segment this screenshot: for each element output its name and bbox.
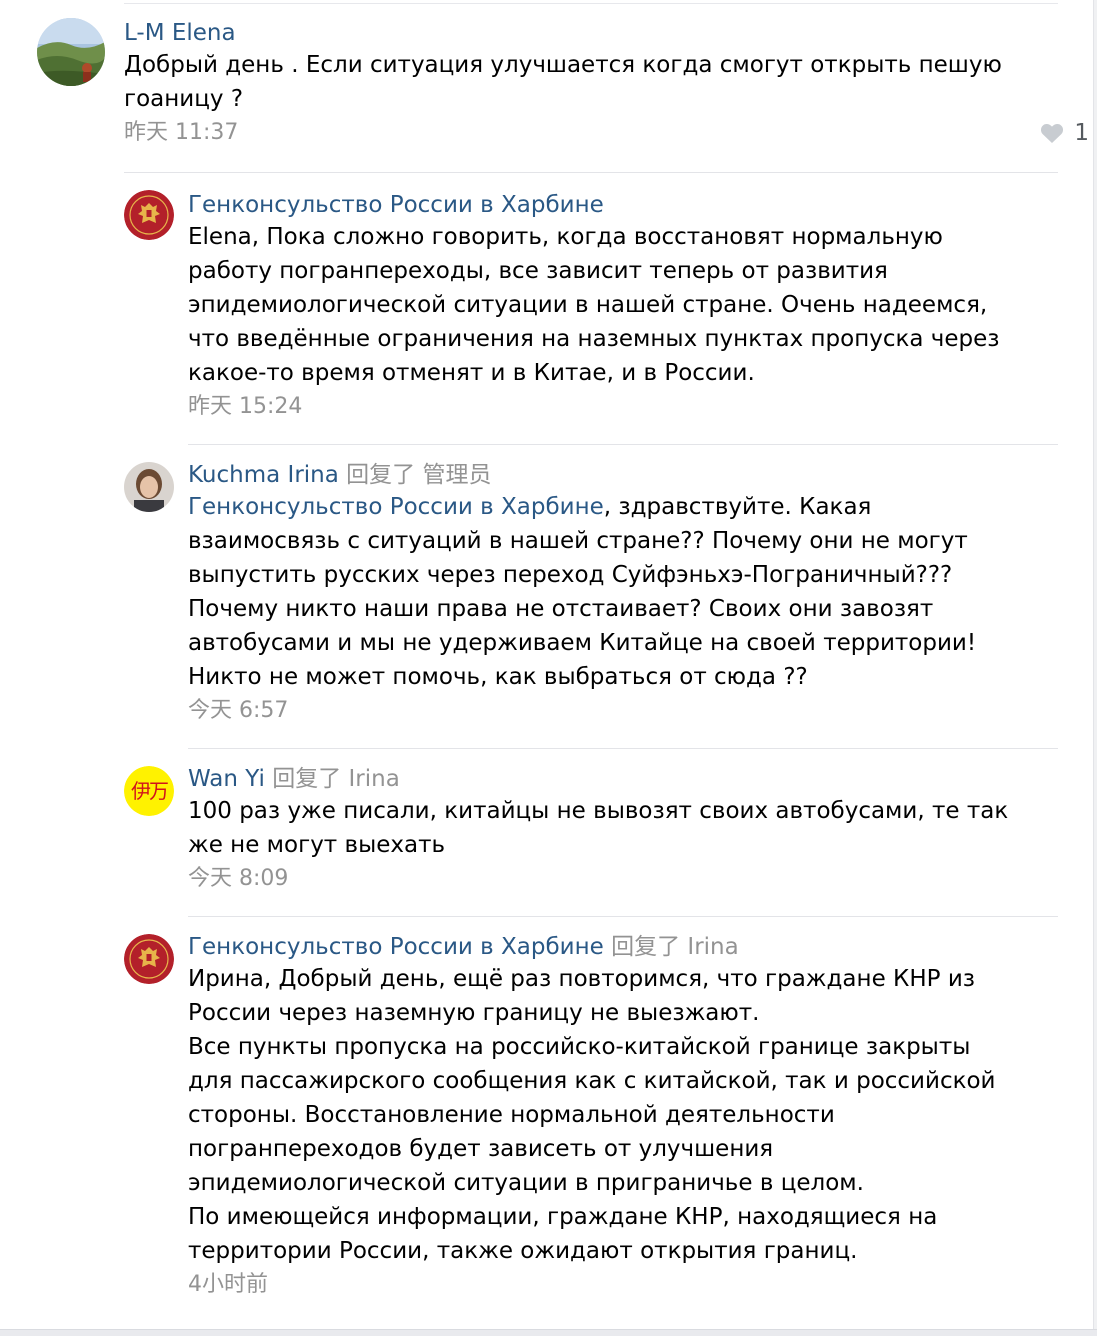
comment-line: гоаницу ?	[124, 86, 244, 112]
separator	[188, 444, 1058, 445]
woman-portrait-avatar-icon	[124, 462, 174, 512]
comment-text: Генконсульство России в Харбине, здравст…	[188, 490, 1097, 694]
comment-line: Генконсульство России в Харбине, здравст…	[188, 490, 1097, 524]
avatar[interactable]	[124, 190, 174, 240]
author-name[interactable]: L-M Elena	[124, 20, 236, 46]
comment-line: Почему никто наши права не отстаивает? С…	[188, 596, 934, 622]
comment-line: взаимосвязь с ситуаций в нашей стране?? …	[188, 528, 968, 554]
comment-line: же не могут выехать	[188, 832, 446, 858]
avatar[interactable]	[37, 18, 105, 86]
comment-line: эпидемиологической ситуации в приграничь…	[188, 1170, 864, 1196]
timestamp[interactable]: 昨天 15:24	[188, 394, 302, 419]
comment-line: 100 раз уже писали, китайцы не вывозят с…	[188, 798, 1009, 824]
comment-meta: 今天 8:09	[188, 862, 1097, 896]
comment-meta: 昨天 15:24	[188, 390, 1097, 424]
reply-label: 回复了	[611, 934, 681, 960]
avatar[interactable]: 伊万	[124, 766, 174, 816]
comment-meta: 昨天 11:37 1	[124, 116, 1097, 150]
comment-line: Никто не может помочь, как выбраться от …	[188, 664, 808, 690]
comment-meta: 今天 6:57	[188, 694, 1097, 728]
comment-header: L-M Elena	[124, 18, 1097, 48]
comments-page: L-M Elena Добрый день . Если ситуация ул…	[0, 0, 1097, 1336]
comment-line: выпустить русских через переход Суйфэньх…	[188, 562, 953, 588]
bottom-edge	[0, 1329, 1097, 1336]
like-count: 1	[1074, 120, 1089, 146]
avatar-text: 伊万	[131, 779, 169, 803]
top-divider	[124, 3, 1058, 4]
comment-kuchma-irina: Kuchma Irina 回复了 管理员 Генконсульство Росс…	[0, 460, 1097, 749]
comment-line: автобусами и мы не удерживаем Китайце на…	[188, 630, 977, 656]
comment-text: Добрый день . Если ситуация улучшается к…	[124, 48, 1097, 116]
reply-target[interactable]: Irina	[687, 934, 738, 960]
comment-header: Kuchma Irina 回复了 管理员	[188, 460, 1097, 490]
comment-line: территории России, также ожидают открыти…	[188, 1238, 858, 1264]
timestamp[interactable]: 今天 6:57	[188, 698, 288, 723]
reply-target[interactable]: 管理员	[422, 462, 491, 488]
heart-icon	[1041, 123, 1064, 143]
comment-header: Wan Yi 回复了 Irina	[188, 764, 1097, 794]
comment-line: для пассажирского сообщения как с китайс…	[188, 1068, 996, 1094]
separator	[124, 172, 1058, 173]
comment-line: какое-то время отменят и в Китае, и в Ро…	[188, 360, 755, 386]
author-name[interactable]: Генконсульство России в Харбине	[188, 934, 604, 960]
avatar[interactable]	[124, 462, 174, 512]
comment-line: эпидемиологической ситуации в нашей стра…	[188, 292, 988, 318]
russian-emblem-avatar-icon	[124, 934, 174, 984]
comment-line: погранпереходов будет зависеть от улучше…	[188, 1136, 774, 1162]
comment-text: 100 раз уже писали, китайцы не вывозят с…	[188, 794, 1097, 862]
comment-line: работу погранпереходы, все зависит тепер…	[188, 258, 888, 284]
comment-consulate-1: Генконсульство России в Харбине Elena, П…	[0, 190, 1097, 445]
comment-line: что введённые ограничения на наземных пу…	[188, 326, 1000, 352]
separator	[188, 748, 1058, 749]
timestamp[interactable]: 4小时前	[188, 1272, 268, 1297]
comment-line: Elena, Пока сложно говорить, когда восст…	[188, 224, 943, 250]
like-button[interactable]: 1	[1040, 116, 1089, 150]
comment-header: Генконсульство России в Харбине 回复了 Irin…	[188, 932, 1097, 962]
reply-target[interactable]: Irina	[349, 766, 400, 792]
comment-text: Ирина, Добрый день, ещё раз повторимся, …	[188, 962, 1097, 1268]
author-name[interactable]: Генконсульство России в Харбине	[188, 192, 604, 218]
scrollbar-track[interactable]	[1093, 0, 1097, 1336]
separator	[188, 916, 1058, 917]
avatar[interactable]	[124, 934, 174, 984]
timestamp[interactable]: 今天 8:09	[188, 866, 288, 891]
comment-text: Elena, Пока сложно говорить, когда восст…	[188, 220, 1097, 390]
mention-rest: , здравствуйте. Какая	[603, 494, 872, 520]
timestamp[interactable]: 昨天 11:37	[124, 120, 238, 145]
mention-link[interactable]: Генконсульство России в Харбине	[188, 494, 604, 520]
comment-consulate-2: Генконсульство России в Харбине 回复了 Irin…	[0, 932, 1097, 1312]
comment-l-m-elena: L-M Elena Добрый день . Если ситуация ул…	[0, 18, 1097, 173]
reply-label: 回复了	[346, 462, 416, 488]
comment-line: России через наземную границу не выезжаю…	[188, 1000, 760, 1026]
comment-line: Ирина, Добрый день, ещё раз повторимся, …	[188, 966, 976, 992]
comment-header: Генконсульство России в Харбине	[188, 190, 1097, 220]
comment-line: стороны. Восстановление нормальной деяте…	[188, 1102, 835, 1128]
comment-line: Все пункты пропуска на российско-китайск…	[188, 1034, 971, 1060]
comment-wan-yi: 伊万 Wan Yi 回复了 Irina 100 раз уже писали, …	[0, 764, 1097, 917]
reply-label: 回复了	[272, 766, 342, 792]
comment-line: Добрый день . Если ситуация улучшается к…	[124, 52, 1002, 78]
comment-line: По имеющейся информации, граждане КНР, н…	[188, 1204, 938, 1230]
landscape-photo-avatar-icon	[37, 18, 105, 86]
author-name[interactable]: Kuchma Irina	[188, 462, 339, 488]
comment-meta: 4小时前	[188, 1268, 1097, 1302]
author-name[interactable]: Wan Yi	[188, 766, 265, 792]
russian-emblem-avatar-icon	[124, 190, 174, 240]
